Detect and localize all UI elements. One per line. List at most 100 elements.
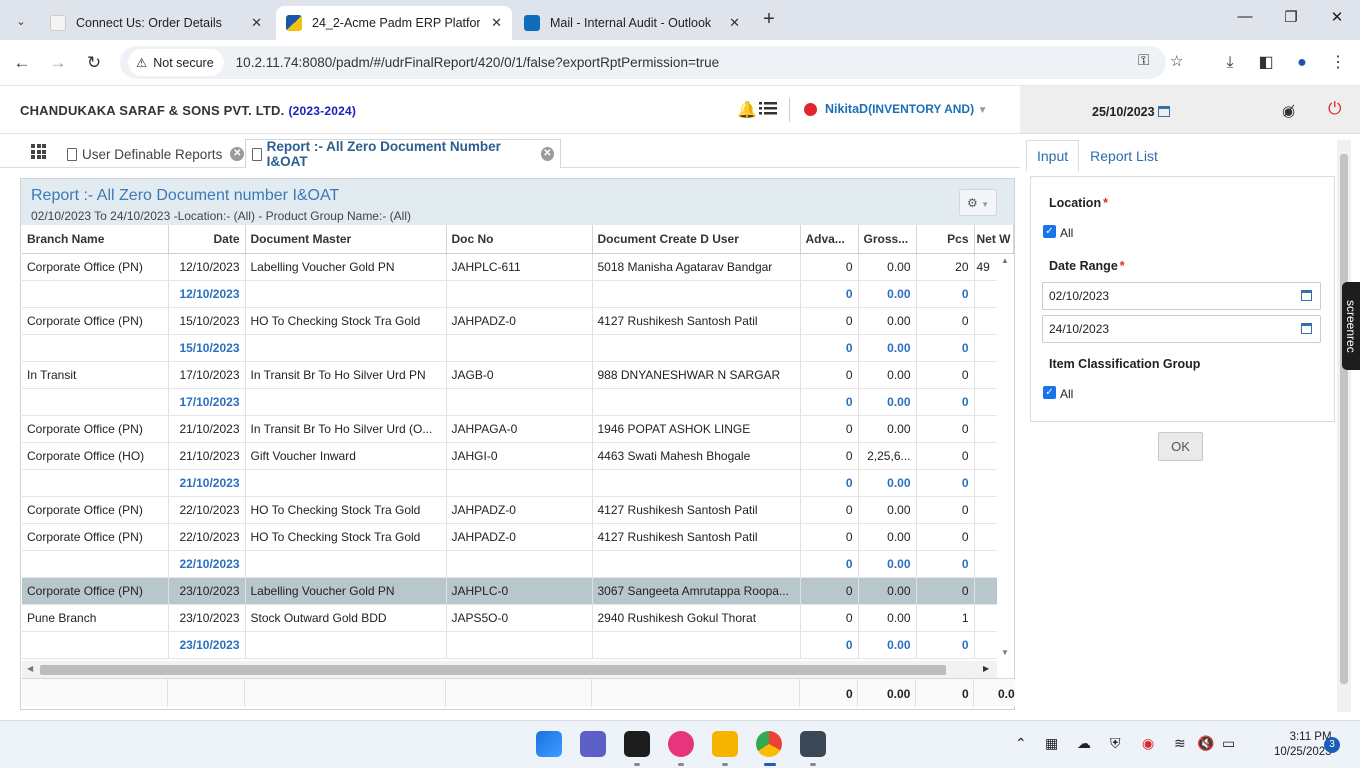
settings-gear-button[interactable]: ⚙ ▼	[959, 189, 997, 216]
panel-scrollbar[interactable]	[1337, 140, 1351, 712]
close-tab-icon[interactable]: ✕	[729, 15, 740, 31]
forward-button[interactable]: →	[46, 51, 70, 75]
back-button[interactable]: ←	[10, 51, 34, 75]
scroll-thumb[interactable]	[1340, 154, 1348, 684]
tab-search-button[interactable]: ⌄	[8, 8, 34, 34]
cell-branch: Corporate Office (HO)	[22, 442, 169, 470]
calendar-icon[interactable]	[1301, 323, 1312, 334]
col-net-weight[interactable]: Net W	[974, 225, 1014, 254]
date-from-field[interactable]: 02/10/2023	[1042, 282, 1321, 310]
scroll-up-icon[interactable]: ▲	[1001, 256, 1009, 265]
table-row[interactable]: Corporate Office (PN) 21/10/2023 In Transi…	[22, 415, 1014, 443]
wifi-icon[interactable]: ≋	[1174, 735, 1186, 752]
col-pcs[interactable]: Pcs	[916, 225, 975, 254]
onedrive-off-icon[interactable]: ☁	[1077, 735, 1091, 752]
apps-grid-icon[interactable]	[31, 144, 46, 159]
close-tab-icon[interactable]: ✕	[230, 147, 245, 161]
list-icon[interactable]	[759, 101, 777, 116]
horizontal-scrollbar[interactable]: ◀ ▶	[22, 661, 997, 678]
scroll-left-icon[interactable]: ◀	[27, 664, 33, 673]
subtotal-row[interactable]: 23/10/2023 0 0.00 0	[22, 631, 1014, 659]
location-all-checkbox[interactable]: ✓	[1043, 225, 1056, 238]
table-row[interactable]: Corporate Office (PN) 12/10/2023 Labelling…	[22, 253, 1014, 281]
table-row[interactable]: In Transit 17/10/2023 In Transit Br To Ho …	[22, 361, 1014, 389]
session-date[interactable]: 25/10/2023	[1092, 105, 1170, 119]
windows-start-icon[interactable]	[536, 731, 562, 757]
app-tray-icon[interactable]: ▦	[1045, 735, 1058, 752]
browser-tab-erp[interactable]: 24_2-Acme Padm ERP Platform ✕	[276, 6, 512, 40]
profile-avatar[interactable]: ●	[1290, 51, 1314, 75]
browser-menu-icon[interactable]: ⋮	[1326, 51, 1350, 75]
table-row[interactable]: Corporate Office (PN) 23/10/2023 Labelling…	[22, 577, 1014, 605]
table-row[interactable]: Corporate Office (PN) 22/10/2023 HO To Che…	[22, 523, 1014, 551]
cell-gross: 0.00	[858, 388, 917, 416]
close-tab-icon[interactable]: ✕	[540, 147, 554, 161]
table-row[interactable]: Pune Branch 23/10/2023 Stock Outward Gold …	[22, 604, 1014, 632]
col-advance[interactable]: Adva...	[800, 225, 859, 254]
calendar-icon[interactable]	[1301, 290, 1312, 301]
record-icon[interactable]: ◉	[1142, 735, 1154, 752]
key-icon[interactable]: ⚿	[1138, 52, 1149, 69]
subtotal-row[interactable]: 12/10/2023 0 0.00 0	[22, 280, 1014, 308]
teams-icon[interactable]	[580, 731, 606, 757]
url-text[interactable]: 10.2.11.74:8080/padm/#/udrFinalReport/42…	[236, 55, 719, 70]
ok-button[interactable]: OK	[1158, 432, 1203, 461]
taskbar-clock[interactable]: 3:11 PM 10/25/2023	[1274, 730, 1332, 760]
scroll-right-icon[interactable]: ▶	[983, 664, 989, 673]
security-chip[interactable]: ⚠ Not secure	[128, 49, 224, 76]
vertical-scrollbar[interactable]: ▲ ▼	[997, 254, 1014, 660]
close-window-button[interactable]: ✕	[1324, 8, 1350, 32]
tab-report-list[interactable]: Report List	[1079, 140, 1169, 172]
wps-office-icon[interactable]	[668, 731, 694, 757]
volume-muted-icon[interactable]: 🔇	[1197, 735, 1214, 752]
item-all-checkbox[interactable]: ✓	[1043, 386, 1056, 399]
tab-report-zero-doc[interactable]: Report :- All Zero Document Number I&OAT…	[245, 139, 561, 169]
security-shield-icon[interactable]: ⛨	[1110, 735, 1121, 752]
col-create-user[interactable]: Document Create D User	[592, 225, 801, 254]
restore-button[interactable]: ❐	[1278, 8, 1304, 32]
tray-chevron-icon[interactable]: ⌃	[1015, 735, 1027, 752]
tab-input[interactable]: Input	[1026, 140, 1080, 172]
battery-icon[interactable]: ▭	[1222, 735, 1235, 752]
col-doc-no[interactable]: Doc No	[446, 225, 593, 254]
minimize-button[interactable]: —	[1232, 8, 1258, 32]
bookmark-star-icon[interactable]: ☆	[1170, 52, 1183, 70]
subtotal-row[interactable]: 21/10/2023 0 0.00 0	[22, 469, 1014, 497]
screenrec-widget[interactable]: screenrec	[1342, 282, 1360, 370]
cell-pcs: 0	[916, 388, 975, 416]
snipping-tool-icon[interactable]	[800, 731, 826, 757]
table-row[interactable]: Corporate Office (PN) 22/10/2023 HO To Che…	[22, 496, 1014, 524]
browser-tab-outlook[interactable]: Mail - Internal Audit - Outlook ✕	[514, 6, 750, 40]
bell-icon[interactable]: 🔔	[737, 100, 757, 120]
subtotal-row[interactable]: 15/10/2023 0 0.00 0	[22, 334, 1014, 362]
col-gross[interactable]: Gross...	[858, 225, 917, 254]
chrome-icon[interactable]	[756, 731, 782, 757]
notification-badge[interactable]: 3	[1324, 737, 1340, 753]
browser-tab-connect[interactable]: Connect Us: Order Details ✕	[40, 6, 272, 40]
new-tab-button[interactable]: +	[757, 8, 781, 32]
table-row[interactable]: Corporate Office (PN) 15/10/2023 HO To Che…	[22, 307, 1014, 335]
scroll-thumb[interactable]	[40, 665, 946, 675]
side-panel-icon[interactable]: ◧	[1254, 51, 1278, 75]
user-menu[interactable]: NikitaD(INVENTORY AND) ▼	[825, 102, 987, 116]
table-row[interactable]: Corporate Office (HO) 21/10/2023 Gift Vouc…	[22, 442, 1014, 470]
close-tab-icon[interactable]: ✕	[251, 15, 262, 31]
col-date[interactable]: Date	[168, 225, 246, 254]
eye-off-icon[interactable]: ◉̸	[1282, 102, 1295, 120]
scroll-down-icon[interactable]: ▼	[1001, 648, 1009, 657]
file-explorer-icon[interactable]	[712, 731, 738, 757]
reload-button[interactable]: ↻	[82, 51, 106, 75]
date-to-field[interactable]: 24/10/2023	[1042, 315, 1321, 343]
col-branch-name[interactable]: Branch Name	[22, 225, 169, 254]
close-tab-icon[interactable]: ✕	[491, 15, 502, 31]
subtotal-row[interactable]: 17/10/2023 0 0.00 0	[22, 388, 1014, 416]
cell-branch	[22, 550, 169, 578]
download-icon[interactable]: ⤓	[1218, 51, 1242, 75]
cell-create-user: 4127 Rushikesh Santosh Patil	[592, 523, 801, 551]
sticky-notes-icon[interactable]	[624, 731, 650, 757]
power-icon[interactable]: ⏻	[1328, 99, 1341, 119]
col-document-master[interactable]: Document Master	[245, 225, 447, 254]
tab-user-definable-reports[interactable]: User Definable Reports ✕	[60, 139, 251, 168]
subtotal-row[interactable]: 22/10/2023 0 0.00 0	[22, 550, 1014, 578]
address-bar[interactable]: ⚠ Not secure 10.2.11.74:8080/padm/#/udrF…	[120, 46, 1183, 79]
